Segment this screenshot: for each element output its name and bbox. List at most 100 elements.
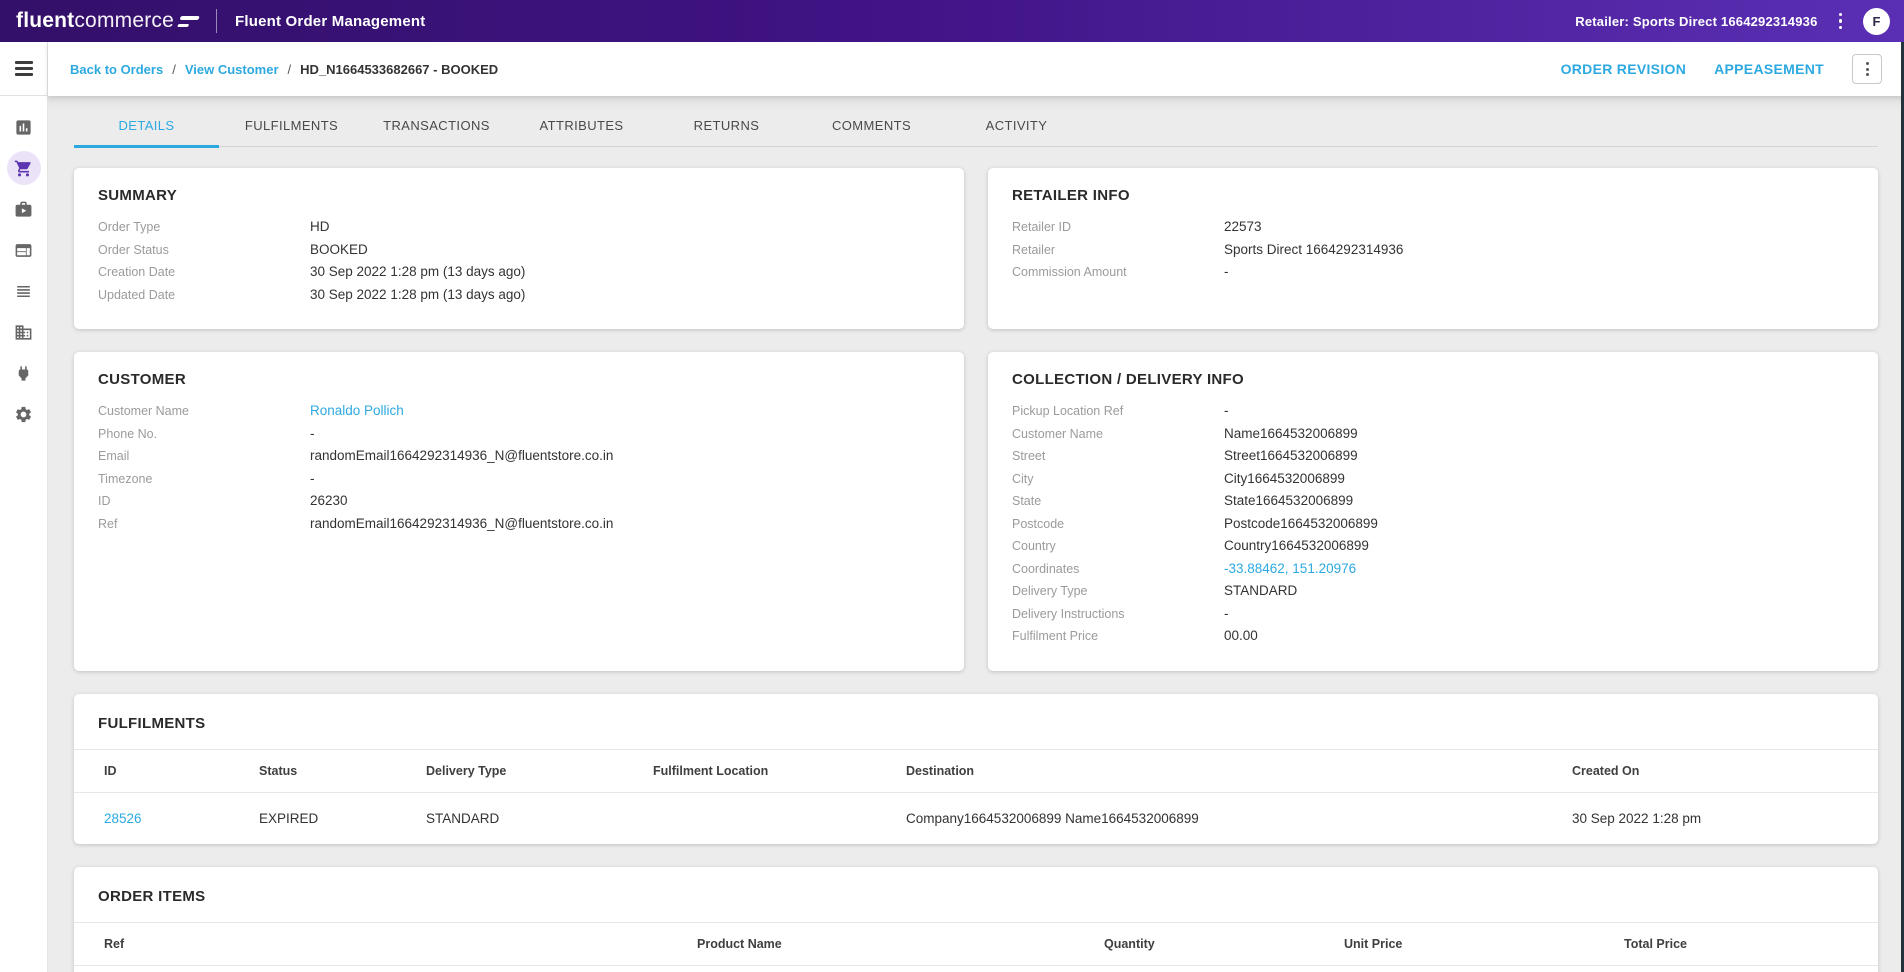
sidebar-item-orders[interactable] <box>7 151 41 185</box>
field-label: Timezone <box>98 472 310 486</box>
sidebar-item-inventory[interactable] <box>7 274 41 308</box>
fulfilments-table: ID Status Delivery Type Fulfilment Locat… <box>74 749 1878 844</box>
brand-secondary: commerce <box>74 9 174 32</box>
field-row: StreetStreet1664532006899 <box>1012 448 1854 463</box>
field-label: Email <box>98 449 310 463</box>
field-row: Fulfilment Price00.00 <box>1012 628 1854 643</box>
order-item-unit-price: A$100.00 <box>1344 965 1624 972</box>
brand-primary: fluent <box>16 9 74 32</box>
tab-comments[interactable]: COMMENTS <box>799 109 944 146</box>
field-row: StateState1664532006899 <box>1012 493 1854 508</box>
field-label: Street <box>1012 449 1224 463</box>
field-row: RetailerSports Direct 1664292314936 <box>1012 242 1854 257</box>
order-revision-button[interactable]: ORDER REVISION <box>1561 61 1687 77</box>
sidebar-item-payments[interactable] <box>7 233 41 267</box>
field-value: - <box>1224 403 1229 418</box>
field-value: 22573 <box>1224 219 1262 234</box>
retailer-context-label: Retailer: Sports Direct 1664292314936 <box>1575 14 1817 29</box>
field-label: Creation Date <box>98 265 310 279</box>
field-label: Delivery Type <box>1012 584 1224 598</box>
breadcrumb-back-to-orders[interactable]: Back to Orders <box>70 62 163 77</box>
field-row: CityCity1664532006899 <box>1012 471 1854 486</box>
order-item-row[interactable]: AH8050-1664292314936 Nike Air Max 270 1 … <box>74 965 1878 972</box>
field-label: Coordinates <box>1012 562 1224 576</box>
order-item-total-price: A$100.00 <box>1624 965 1878 972</box>
fulfilment-row[interactable]: 28526 EXPIRED STANDARD Company1664532006… <box>74 792 1878 844</box>
field-label: Updated Date <box>98 288 310 302</box>
field-label: Retailer <box>1012 243 1224 257</box>
brand-logo[interactable]: fluentcommerce <box>16 9 198 33</box>
field-row: Commission Amount- <box>1012 264 1854 279</box>
order-more-actions-button[interactable] <box>1852 54 1882 84</box>
card-row-2: CUSTOMER Customer NameRonaldo Pollich Ph… <box>74 352 1878 671</box>
field-value: Street1664532006899 <box>1224 448 1358 463</box>
order-item-quantity: 1 <box>1104 965 1344 972</box>
main-area: Back to Orders / View Customer / HD_N166… <box>48 42 1904 972</box>
sidebar-item-connect[interactable] <box>7 356 41 390</box>
field-value: 30 Sep 2022 1:28 pm (13 days ago) <box>310 264 525 279</box>
breadcrumb-view-customer[interactable]: View Customer <box>185 62 279 77</box>
sidebar-item-analytics[interactable] <box>7 110 41 144</box>
field-label: Order Type <box>98 220 310 234</box>
sidebar-item-locations[interactable] <box>7 315 41 349</box>
breadcrumb: Back to Orders / View Customer / HD_N166… <box>70 62 498 77</box>
equals-bars-icon <box>177 16 200 27</box>
sidebar-item-settings[interactable] <box>7 397 41 431</box>
header-divider <box>216 9 217 33</box>
column-header: ID <box>74 749 259 792</box>
column-header: Ref <box>74 922 697 965</box>
tab-transactions[interactable]: TRANSACTIONS <box>364 109 509 146</box>
fulfilment-destination: Company1664532006899 Name1664532006899 <box>906 792 1572 844</box>
column-header: Fulfilment Location <box>653 749 906 792</box>
sidebar-item-products[interactable] <box>7 192 41 226</box>
top-bar: fluentcommerce Fluent Order Management R… <box>0 0 1904 42</box>
field-value: Name1664532006899 <box>1224 426 1358 441</box>
customer-title: CUSTOMER <box>98 371 940 388</box>
appeasement-button[interactable]: APPEASEMENT <box>1714 61 1824 77</box>
field-value: - <box>1224 264 1229 279</box>
body-row: Back to Orders / View Customer / HD_N166… <box>0 42 1904 972</box>
tab-returns[interactable]: RETURNS <box>654 109 799 146</box>
gear-icon <box>14 405 33 424</box>
field-value: 26230 <box>310 493 348 508</box>
field-row: Coordinates-33.88462, 151.20976 <box>1012 561 1854 576</box>
sidebar-menu-toggle[interactable] <box>0 42 47 96</box>
field-value: City1664532006899 <box>1224 471 1345 486</box>
field-row: Timezone- <box>98 471 940 486</box>
field-label: Postcode <box>1012 517 1224 531</box>
column-header: Quantity <box>1104 922 1344 965</box>
breadcrumb-current-order: HD_N1664533682667 - BOOKED <box>300 62 498 77</box>
sidebar <box>0 42 48 972</box>
field-label: Pickup Location Ref <box>1012 404 1224 418</box>
cart-icon <box>14 159 33 178</box>
fulfilment-id-link[interactable]: 28526 <box>104 811 142 826</box>
field-label: ID <box>98 494 310 508</box>
cards-container: SUMMARY Order TypeHD Order StatusBOOKED … <box>74 168 1878 972</box>
column-header: Destination <box>906 749 1572 792</box>
brand-wordmark: fluentcommerce <box>16 9 174 33</box>
column-header: Unit Price <box>1344 922 1624 965</box>
building-icon <box>14 323 33 342</box>
field-label: Country <box>1012 539 1224 553</box>
customer-name-link[interactable]: Ronaldo Pollich <box>310 403 404 418</box>
order-items-card: ORDER ITEMS Ref Product Name Quantity Un… <box>74 867 1878 972</box>
field-row: Delivery TypeSTANDARD <box>1012 583 1854 598</box>
tab-activity[interactable]: ACTIVITY <box>944 109 1089 146</box>
tab-fulfilments[interactable]: FULFILMENTS <box>219 109 364 146</box>
header-kebab-menu-icon[interactable] <box>1833 9 1849 34</box>
coordinates-link[interactable]: -33.88462, 151.20976 <box>1224 561 1356 576</box>
tab-attributes[interactable]: ATTRIBUTES <box>509 109 654 146</box>
fulfilment-created-on: 30 Sep 2022 1:28 pm <box>1572 792 1878 844</box>
list-icon <box>14 282 33 301</box>
breadcrumb-toolbar: Back to Orders / View Customer / HD_N166… <box>48 42 1904 96</box>
fulfilment-location <box>653 792 906 844</box>
tab-details[interactable]: DETAILS <box>74 109 219 146</box>
field-row: Pickup Location Ref- <box>1012 403 1854 418</box>
user-avatar[interactable]: F <box>1863 8 1890 35</box>
field-row: EmailrandomEmail1664292314936_N@fluentst… <box>98 448 940 463</box>
field-value: - <box>310 426 315 441</box>
retailer-info-title: RETAILER INFO <box>1012 187 1854 204</box>
breadcrumb-separator: / <box>288 62 292 77</box>
card-row-1: SUMMARY Order TypeHD Order StatusBOOKED … <box>74 168 1878 329</box>
field-value: BOOKED <box>310 242 368 257</box>
